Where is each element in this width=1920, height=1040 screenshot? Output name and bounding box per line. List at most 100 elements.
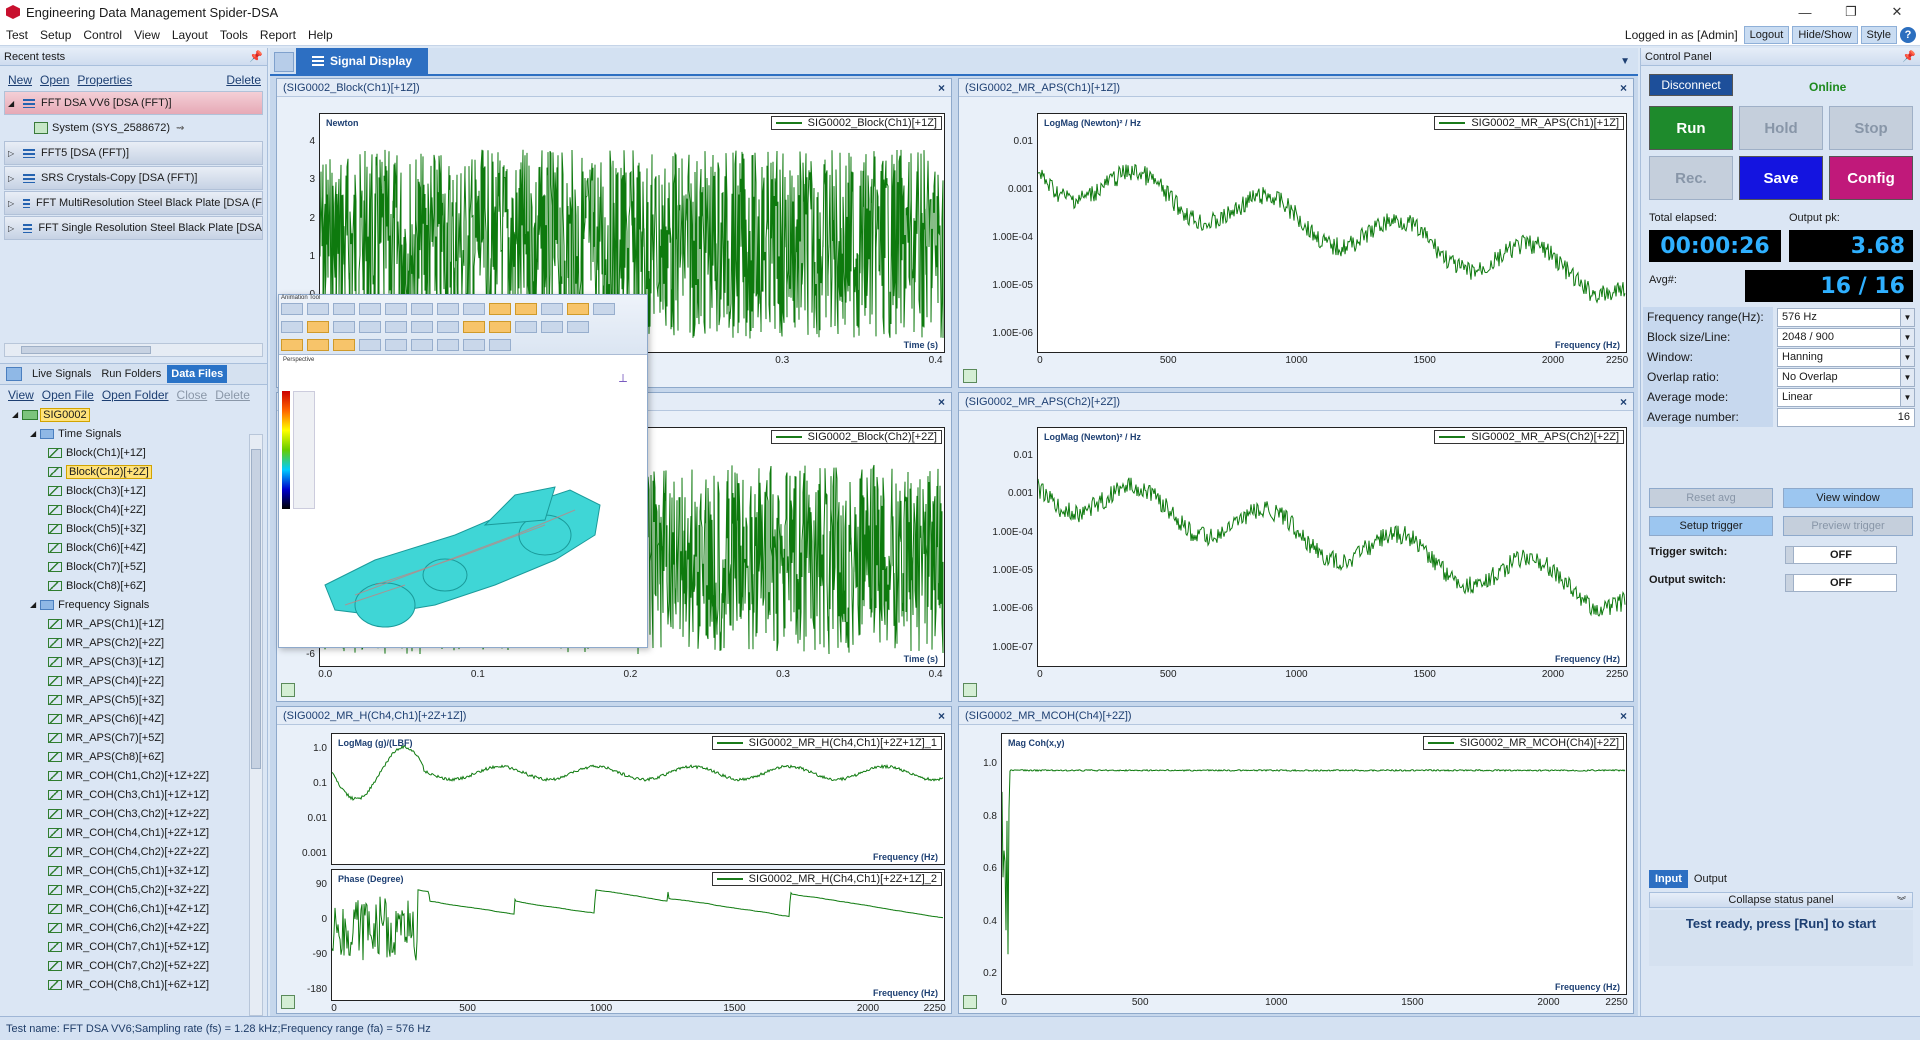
recent-test-item[interactable]: ▷ FFT MultiResolution Steel Black Plate [… (4, 191, 263, 215)
close-link[interactable]: Close (177, 388, 208, 402)
tree-signal-item[interactable]: MR_COH(Ch4,Ch2)[+2Z+2Z] (0, 842, 267, 861)
ribbon-button[interactable] (411, 321, 433, 333)
recent-test-item[interactable]: ▷ FFT Single Resolution Steel Black Plate… (4, 216, 263, 240)
frequency-signals-folder[interactable]: ◢ Frequency Signals (0, 595, 267, 614)
tab-run-folders[interactable]: Run Folders (97, 365, 165, 383)
plot-area[interactable]: SIG0002_MR_APS(Ch1)[+1Z] LogMag (Newton)²… (1037, 113, 1627, 353)
ribbon-button[interactable] (281, 339, 303, 351)
ribbon-button[interactable] (333, 321, 355, 333)
tab-data-files[interactable]: Data Files (167, 365, 228, 383)
toggle-knob[interactable] (1786, 575, 1794, 591)
chevron-down-icon[interactable]: ▼ (1900, 368, 1914, 386)
recent-test-item[interactable]: ▷ SRS Crystals-Copy [DSA (FFT)] (4, 166, 263, 190)
ribbon-button[interactable] (411, 303, 433, 315)
close-icon[interactable]: × (938, 395, 945, 409)
run-button[interactable]: Run (1649, 106, 1733, 150)
tree-root[interactable]: ◢ SIG0002 (0, 405, 267, 424)
tree-signal-item[interactable]: Block(Ch8)[+6Z] (0, 576, 267, 595)
open-file-link[interactable]: Open File (42, 388, 94, 402)
tree-signal-item[interactable]: Block(Ch4)[+2Z] (0, 500, 267, 519)
param-select[interactable]: No Overlap ▼ (1777, 367, 1915, 387)
ribbon-button[interactable] (593, 303, 615, 315)
tree-signal-item[interactable]: MR_COH(Ch1,Ch2)[+1Z+2Z] (0, 766, 267, 785)
maximize-button[interactable]: ❐ (1828, 0, 1874, 24)
layout-icon[interactable] (274, 52, 294, 72)
tree-signal-item[interactable]: MR_COH(Ch4,Ch1)[+2Z+1Z] (0, 823, 267, 842)
tree-signal-item[interactable]: MR_APS(Ch7)[+5Z] (0, 728, 267, 747)
tree-signal-item[interactable]: Block(Ch3)[+1Z] (0, 481, 267, 500)
plot-tools-icon[interactable] (281, 683, 295, 697)
menu-setup[interactable]: Setup (34, 28, 77, 42)
style-button[interactable]: Style (1860, 26, 1897, 44)
trigger-switch[interactable]: OFF (1785, 546, 1897, 564)
time-signals-folder[interactable]: ◢ Time Signals (0, 424, 267, 443)
close-icon[interactable]: × (1620, 81, 1627, 95)
plot-legend[interactable]: SIG0002_Block(Ch2)[+2Z] (770, 430, 942, 444)
plot-window[interactable]: (SIG0002_MR_APS(Ch2)[+2Z]) × SIG0002_MR_AP… (958, 392, 1634, 702)
ribbon-button[interactable] (333, 303, 355, 315)
new-link[interactable]: New (8, 73, 32, 87)
ribbon-button[interactable] (515, 321, 537, 333)
plot-tools-icon[interactable] (963, 369, 977, 383)
ribbon-button[interactable] (463, 339, 485, 351)
ribbon-button[interactable] (385, 303, 407, 315)
plot-legend[interactable]: SIG0002_MR_H(Ch4,Ch1)[+2Z+1Z]_1 (711, 736, 942, 750)
animation-overlay[interactable]: Animation Tool Perspective ⟂ (278, 294, 648, 648)
plot-area[interactable]: SIG0002_MR_H(Ch4,Ch1)[+2Z+1Z]_2 Phase (De… (331, 869, 945, 1001)
plot-area[interactable]: SIG0002_MR_APS(Ch2)[+2Z] LogMag (Newton)²… (1037, 427, 1627, 667)
plot-tools-icon[interactable] (963, 683, 977, 697)
tab-output[interactable]: Output (1688, 870, 1733, 888)
ribbon-button[interactable] (567, 303, 589, 315)
scroll-thumb[interactable] (21, 346, 151, 354)
pin-icon[interactable]: 📌 (1902, 50, 1916, 63)
delete-file-link[interactable]: Delete (215, 388, 250, 402)
param-select[interactable]: 576 Hz ▼ (1777, 307, 1915, 327)
reset-avg-button[interactable]: Reset avg (1649, 488, 1773, 508)
ribbon-button[interactable] (541, 303, 563, 315)
tree-signal-item[interactable]: MR_APS(Ch8)[+6Z] (0, 747, 267, 766)
plot-legend[interactable]: SIG0002_MR_MCOH(Ch4)[+2Z] (1422, 736, 1624, 750)
save-button[interactable]: Save (1739, 156, 1823, 200)
tree-signal-item[interactable]: MR_COH(Ch6,Ch1)[+4Z+1Z] (0, 899, 267, 918)
open-link[interactable]: Open (40, 73, 69, 87)
view-window-button[interactable]: View window (1783, 488, 1913, 508)
tree-signal-item[interactable]: Block(Ch5)[+3Z] (0, 519, 267, 538)
recent-hscrollbar[interactable] (4, 343, 263, 357)
setup-trigger-button[interactable]: Setup trigger (1649, 516, 1773, 536)
tab-signal-display[interactable]: Signal Display (296, 48, 429, 74)
tab-live-signals[interactable]: Live Signals (28, 365, 95, 383)
expand-arrow-icon[interactable]: ◢ (8, 99, 14, 108)
open-folder-link[interactable]: Open Folder (102, 388, 169, 402)
tree-signal-item[interactable]: MR_APS(Ch3)[+1Z] (0, 652, 267, 671)
preview-trigger-button[interactable]: Preview trigger (1783, 516, 1913, 536)
param-select[interactable]: Hanning ▼ (1777, 347, 1915, 367)
properties-link[interactable]: Properties (77, 73, 132, 87)
tab-dropdown-icon[interactable]: ▼ (1620, 56, 1630, 67)
tree-signal-item[interactable]: MR_APS(Ch1)[+1Z] (0, 614, 267, 633)
plot-legend[interactable]: SIG0002_MR_APS(Ch2)[+2Z] (1434, 430, 1624, 444)
ribbon-button[interactable] (489, 303, 511, 315)
tree-signal-item[interactable]: MR_COH(Ch3,Ch2)[+1Z+2Z] (0, 804, 267, 823)
plot-tools-icon[interactable] (281, 995, 295, 1009)
ribbon-button[interactable] (567, 321, 589, 333)
logout-button[interactable]: Logout (1743, 26, 1790, 44)
ribbon-button[interactable] (281, 321, 303, 333)
ribbon-button[interactable] (489, 339, 511, 351)
plot-area[interactable]: SIG0002_MR_MCOH(Ch4)[+2Z] Mag Coh(x,y) Fre… (1001, 733, 1627, 995)
binoculars-icon[interactable] (6, 367, 22, 381)
system-item[interactable]: System (SYS_2588672) ⇝ (0, 116, 267, 140)
ribbon-button[interactable] (411, 339, 433, 351)
ribbon-button[interactable] (437, 339, 459, 351)
tree-signal-item[interactable]: Block(Ch1)[+1Z] (0, 443, 267, 462)
chevron-down-icon[interactable]: ▼ (1900, 328, 1914, 346)
recent-test-item[interactable]: ▷ FFT5 [DSA (FFT)] (4, 141, 263, 165)
stop-button[interactable]: Stop (1829, 106, 1913, 150)
collapse-status-bar[interactable]: Collapse status panel ︾ (1649, 892, 1913, 908)
collapse-arrow-icon[interactable]: ▷ (8, 224, 14, 233)
delete-link[interactable]: Delete (226, 73, 261, 87)
tree-signal-item[interactable]: MR_APS(Ch2)[+2Z] (0, 633, 267, 652)
config-button[interactable]: Config (1829, 156, 1913, 200)
tree-signal-item[interactable]: MR_COH(Ch5,Ch1)[+3Z+1Z] (0, 861, 267, 880)
tree-signal-item[interactable]: MR_COH(Ch7,Ch1)[+5Z+1Z] (0, 937, 267, 956)
hide-show-button[interactable]: Hide/Show (1792, 26, 1858, 44)
